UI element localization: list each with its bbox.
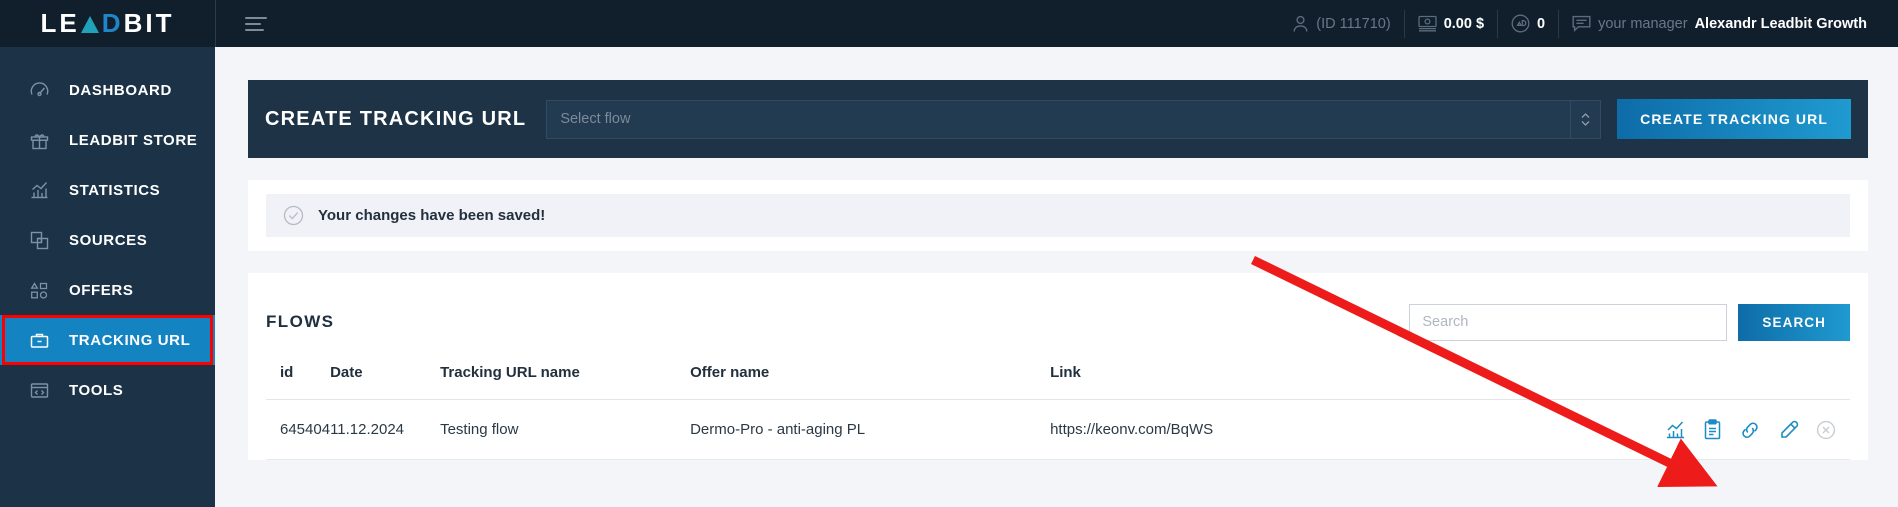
column-header-date: Date <box>330 356 441 400</box>
sidebar-item-label: TOOLS <box>69 381 124 399</box>
sidebar-item-label: TRACKING URL <box>69 331 191 349</box>
cell-actions <box>1424 399 1850 460</box>
manager-item[interactable]: your manager Alexandr Leadbit Growth <box>1559 0 1880 47</box>
clipboard-icon[interactable] <box>1703 419 1722 440</box>
alert-banner: Your changes have been saved! <box>248 180 1868 251</box>
delete-icon[interactable] <box>1816 420 1836 440</box>
chat-icon <box>1572 15 1591 33</box>
sidebar-item-label: LEADBIT STORE <box>69 131 198 149</box>
layers-icon <box>28 229 50 251</box>
alert-text: Your changes have been saved! <box>318 207 546 224</box>
column-header-id: id <box>266 356 331 400</box>
logo[interactable]: LE D BIT <box>0 0 215 47</box>
cell-offer-name: Dermo-Pro - anti-aging PL <box>690 399 1051 460</box>
search-button[interactable]: SEARCH <box>1738 303 1850 341</box>
offers-count-value: 0 <box>1537 15 1546 32</box>
cell-tracking-url-name: Testing flow <box>440 399 691 460</box>
cell-date: 11.12.2024 <box>330 399 441 460</box>
balance-value: 0.00 $ <box>1443 15 1485 32</box>
manager-name: Alexandr Leadbit Growth <box>1694 15 1867 32</box>
speedometer-icon <box>28 79 50 101</box>
top-bar-right: (ID 111710) 0.00 $ 0 your manager Alexan… <box>1279 0 1898 47</box>
sidebar-item-label: DASHBOARD <box>69 81 172 99</box>
top-bar: LE D BIT (ID 111710) 0.00 $ 0 your manag… <box>0 0 1898 47</box>
column-header-link: Link <box>1050 356 1425 400</box>
main-content: CREATE TRACKING URL Select flow CREATE T… <box>215 47 1898 507</box>
user-icon <box>1292 15 1309 33</box>
gift-icon <box>28 129 50 151</box>
sidebar-item-label: OFFERS <box>69 281 134 299</box>
code-window-icon <box>28 379 50 401</box>
sidebar-item-tools[interactable]: TOOLS <box>0 365 215 415</box>
flow-select-placeholder: Select flow <box>560 111 631 127</box>
column-header-actions <box>1424 356 1850 400</box>
sidebar-item-label: STATISTICS <box>69 181 161 199</box>
triangle-a-icon <box>80 16 99 33</box>
shapes-icon <box>28 279 50 301</box>
flow-select[interactable]: Select flow <box>546 99 1602 139</box>
briefcase-icon <box>28 329 50 351</box>
statistics-icon[interactable] <box>1665 420 1686 440</box>
column-header-offer-name: Offer name <box>690 356 1051 400</box>
offers-count-item[interactable]: 0 <box>1498 0 1558 47</box>
sidebar-item-offers[interactable]: OFFERS <box>0 265 215 315</box>
hamburger-icon <box>244 16 267 31</box>
balance-item[interactable]: 0.00 $ <box>1405 0 1497 47</box>
sidebar: DASHBOARD LEADBIT STORE STATISTICS SOURC… <box>0 47 215 507</box>
user-id-label: (ID 111710) <box>1316 15 1391 32</box>
column-header-tracking-url-name: Tracking URL name <box>440 356 691 400</box>
search-area: SEARCH <box>1409 303 1850 341</box>
logo-text-part1: LE <box>40 8 80 38</box>
chevron-up-down-icon[interactable] <box>1570 100 1600 138</box>
check-circle-icon <box>283 205 304 226</box>
user-id-item[interactable]: (ID 111710) <box>1279 0 1403 47</box>
flows-title: FLOWS <box>266 312 335 331</box>
wallet-icon <box>1418 15 1437 32</box>
cell-id: 645404 <box>266 399 331 460</box>
shapes-badge-icon <box>1511 14 1530 33</box>
sidebar-item-dashboard[interactable]: DASHBOARD <box>0 65 215 115</box>
sidebar-item-leadbit-store[interactable]: LEADBIT STORE <box>0 115 215 165</box>
create-tracking-url-panel: CREATE TRACKING URL Select flow CREATE T… <box>248 80 1868 158</box>
cell-link: https://keonv.com/BqWS <box>1050 399 1425 460</box>
table-row: 645404 11.12.2024 Testing flow Dermo-Pro… <box>266 399 1850 460</box>
search-input[interactable] <box>1409 303 1728 341</box>
sidebar-item-tracking-url[interactable]: TRACKING URL <box>0 315 215 365</box>
menu-toggle-button[interactable] <box>215 0 295 47</box>
edit-icon[interactable] <box>1778 420 1799 440</box>
logo-text-part3: BIT <box>123 8 175 38</box>
logo-text-part2: D <box>101 8 124 38</box>
sidebar-item-statistics[interactable]: STATISTICS <box>0 165 215 215</box>
panel-title: CREATE TRACKING URL <box>265 107 527 130</box>
bar-chart-icon <box>28 179 50 201</box>
link-icon[interactable] <box>1739 420 1761 440</box>
flows-card: FLOWS SEARCH id Date Tracking URL name O… <box>248 273 1868 460</box>
create-tracking-url-button[interactable]: CREATE TRACKING URL <box>1617 99 1851 139</box>
table-header-row: id Date Tracking URL name Offer name Lin… <box>266 356 1850 400</box>
flows-table: id Date Tracking URL name Offer name Lin… <box>266 356 1850 460</box>
manager-label: your manager <box>1598 15 1688 32</box>
sidebar-item-sources[interactable]: SOURCES <box>0 215 215 265</box>
sidebar-item-label: SOURCES <box>69 231 148 249</box>
flows-card-header: FLOWS SEARCH <box>266 295 1850 349</box>
